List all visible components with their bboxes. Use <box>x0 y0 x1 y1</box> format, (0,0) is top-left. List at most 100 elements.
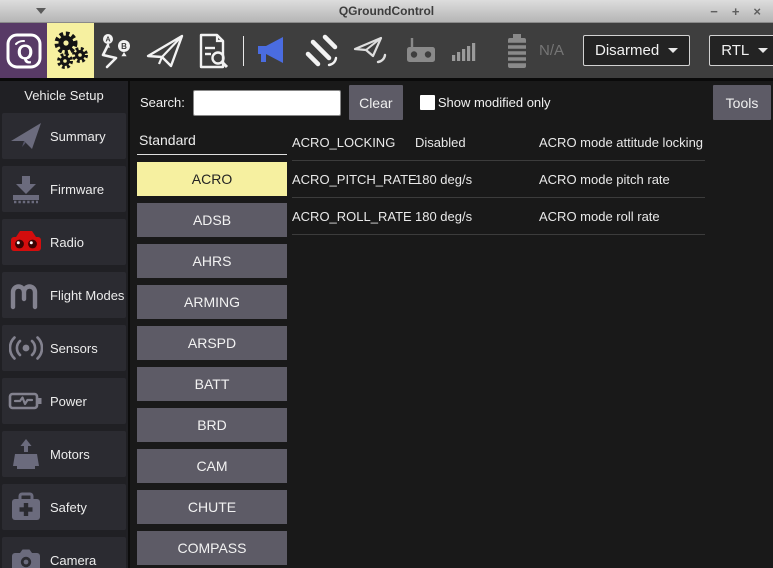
category-group-header[interactable]: Standard <box>137 124 287 155</box>
param-name: ACRO_PITCH_RATE <box>292 172 415 187</box>
plan-route-icon: A B <box>98 31 138 71</box>
category-button-chute[interactable]: CHUTE <box>137 490 287 524</box>
param-description: ACRO mode pitch rate <box>539 172 705 187</box>
param-name: ACRO_LOCKING <box>292 135 415 150</box>
fly-view-button[interactable] <box>141 23 188 78</box>
camera-icon <box>2 545 50 568</box>
audio-megaphone-icon[interactable] <box>255 34 291 68</box>
category-button-arspd[interactable]: ARSPD <box>137 326 287 360</box>
category-button-acro[interactable]: ACRO <box>137 162 287 196</box>
table-row[interactable]: ACRO_PITCH_RATE 180 deg/s ACRO mode pitc… <box>292 161 705 198</box>
sidebar-item-label: Summary <box>50 129 106 144</box>
vehicle-setup-view-button[interactable] <box>47 23 94 78</box>
sidebar-item-radio[interactable]: Radio <box>2 219 126 265</box>
parameters-body: Standard ACRO ADSB AHRS ARMING ARSPD BAT… <box>130 124 773 568</box>
tools-button[interactable]: Tools <box>713 85 771 120</box>
parameters-panel: Search: Clear Show modified only Tools S… <box>130 81 773 568</box>
window-controls: − + × <box>710 5 773 18</box>
analyze-view-button[interactable] <box>188 23 235 78</box>
window-title: QGroundControl <box>0 4 773 18</box>
clear-button[interactable]: Clear <box>349 85 403 120</box>
table-row[interactable]: ACRO_ROLL_RATE 180 deg/s ACRO mode roll … <box>292 198 705 235</box>
summary-plane-icon <box>2 122 50 150</box>
tools-button-label: Tools <box>726 95 759 111</box>
sidebar-item-label: Flight Modes <box>50 288 124 303</box>
telemetry-plane-icon[interactable] <box>353 35 391 67</box>
gears-setup-icon <box>50 30 92 72</box>
sidebar-item-camera[interactable]: Camera <box>2 537 126 568</box>
clear-button-label: Clear <box>359 95 392 111</box>
sidebar-title: Vehicle Setup <box>0 88 128 103</box>
search-label: Search: <box>140 95 185 110</box>
show-modified-label: Show modified only <box>438 95 551 110</box>
toolbar-status-group: N/A Disarmed RTL <box>255 23 773 78</box>
sidebar-item-sensors[interactable]: Sensors <box>2 325 126 371</box>
plan-view-button[interactable]: A B <box>94 23 141 78</box>
vehicle-setup-sidebar: Vehicle Setup Summary Firmware <box>0 81 130 568</box>
svg-text:Q: Q <box>16 41 32 64</box>
titlebar: QGroundControl − + × <box>0 0 773 23</box>
sidebar-item-firmware[interactable]: Firmware <box>2 166 126 212</box>
arm-status-label: Disarmed <box>595 42 659 59</box>
sidebar-item-label: Safety <box>50 500 87 515</box>
signal-bars-icon[interactable] <box>451 38 477 64</box>
sidebar-item-motors[interactable]: Motors <box>2 431 126 477</box>
sidebar-item-summary[interactable]: Summary <box>2 113 126 159</box>
maximize-button[interactable]: + <box>732 5 740 18</box>
chevron-down-icon <box>758 48 768 53</box>
table-row[interactable]: ACRO_LOCKING Disabled ACRO mode attitude… <box>292 124 705 161</box>
analyze-document-icon <box>192 31 232 71</box>
sidebar-item-power[interactable]: Power <box>2 378 126 424</box>
toolbar-separator <box>243 36 244 66</box>
sidebar-item-label: Motors <box>50 447 90 462</box>
chevron-down-icon <box>668 48 678 53</box>
category-button-cam[interactable]: CAM <box>137 449 287 483</box>
battery-icon[interactable] <box>504 32 530 70</box>
category-button-batt[interactable]: BATT <box>137 367 287 401</box>
flight-mode-dropdown[interactable]: RTL <box>709 35 773 66</box>
sidebar-item-safety[interactable]: Safety <box>2 484 126 530</box>
parameter-filter-bar: Search: Clear Show modified only Tools <box>130 81 773 124</box>
flight-mode-label: RTL <box>721 42 749 59</box>
sidebar-item-label: Camera <box>50 553 96 568</box>
category-button-compass[interactable]: COMPASS <box>137 531 287 565</box>
param-value: 180 deg/s <box>415 209 539 224</box>
content-area: Vehicle Setup Summary Firmware <box>0 81 773 568</box>
sidebar-item-flight-modes[interactable]: Flight Modes <box>2 272 126 318</box>
power-battery-icon <box>2 388 50 414</box>
main-toolbar: Q <box>0 23 773 81</box>
home-view-button[interactable]: Q <box>0 23 47 78</box>
category-button-adsb[interactable]: ADSB <box>137 203 287 237</box>
param-description: ACRO mode roll rate <box>539 209 705 224</box>
motors-icon <box>2 438 50 470</box>
sensors-icon <box>2 333 50 363</box>
battery-status-text: N/A <box>539 42 564 59</box>
satellite-icon[interactable] <box>304 33 340 69</box>
safety-kit-icon <box>2 491 50 523</box>
category-button-brd[interactable]: BRD <box>137 408 287 442</box>
category-button-ahrs[interactable]: AHRS <box>137 244 287 278</box>
sidebar-item-label: Power <box>50 394 87 409</box>
param-value: 180 deg/s <box>415 172 539 187</box>
fly-paper-plane-icon <box>144 31 186 71</box>
svg-text:A: A <box>105 36 110 43</box>
sidebar-item-label: Radio <box>50 235 84 250</box>
svg-text:B: B <box>121 42 127 51</box>
minimize-button[interactable]: − <box>710 5 718 18</box>
parameter-table: ACRO_LOCKING Disabled ACRO mode attitude… <box>292 124 705 568</box>
qgc-logo-icon: Q <box>4 31 44 71</box>
param-name: ACRO_ROLL_RATE <box>292 209 415 224</box>
rc-transmitter-icon[interactable] <box>404 35 438 67</box>
category-button-arming[interactable]: ARMING <box>137 285 287 319</box>
param-description: ACRO mode attitude locking <box>539 135 705 150</box>
sidebar-item-label: Firmware <box>50 182 104 197</box>
show-modified-checkbox[interactable] <box>420 95 435 110</box>
close-button[interactable]: × <box>753 5 761 18</box>
radio-icon <box>2 228 50 256</box>
flight-modes-wave-icon <box>2 280 50 310</box>
arm-status-dropdown[interactable]: Disarmed <box>583 35 690 66</box>
param-value: Disabled <box>415 135 539 150</box>
search-input[interactable] <box>193 90 341 116</box>
parameter-categories: Standard ACRO ADSB AHRS ARMING ARSPD BAT… <box>137 124 287 568</box>
firmware-download-icon <box>2 174 50 204</box>
